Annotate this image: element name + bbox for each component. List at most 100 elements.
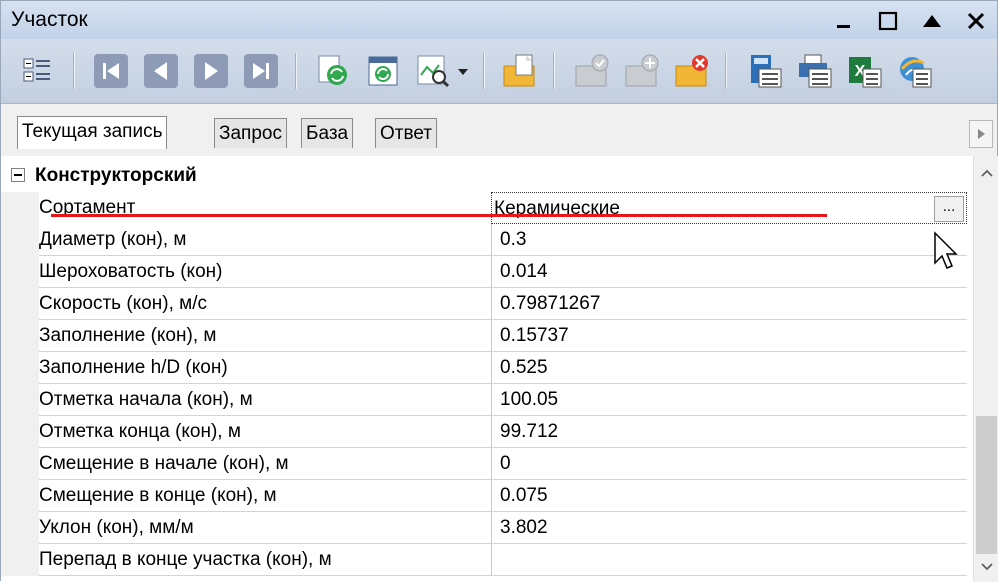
- toolbar-separator: [553, 53, 555, 89]
- minimize-icon: [837, 25, 850, 28]
- property-value[interactable]: 0.014: [491, 256, 967, 288]
- excel-export-button[interactable]: X: [845, 51, 885, 91]
- property-value[interactable]: 0.79871267: [491, 288, 967, 320]
- property-row[interactable]: Заполнение (кон), м 0.15737: [1, 320, 967, 352]
- title-bar[interactable]: Участок: [1, 1, 997, 39]
- web-icon: [900, 57, 932, 88]
- row-divider: [39, 575, 967, 576]
- calculator-icon: [751, 55, 782, 88]
- last-record-button[interactable]: [241, 51, 281, 91]
- property-value[interactable]: 0: [491, 448, 967, 480]
- property-value[interactable]: 99.712: [491, 416, 967, 448]
- vertical-scrollbar[interactable]: [973, 156, 998, 582]
- property-name: Заполнение (кон), м: [39, 325, 217, 346]
- accept-record-icon: [575, 54, 609, 87]
- property-list-icon: [23, 58, 50, 82]
- property-row[interactable]: Скорость (кон), м/с 0.79871267: [1, 288, 967, 320]
- maximize-button[interactable]: [873, 6, 903, 36]
- property-row[interactable]: Перепад в конце участка (кон), м: [1, 544, 967, 576]
- accept-record-button[interactable]: [573, 51, 613, 91]
- property-value[interactable]: 0.525: [491, 352, 967, 384]
- property-name: Шероховатость (кон): [39, 261, 223, 282]
- row-gutter: [1, 416, 39, 448]
- property-value[interactable]: 3.802: [491, 512, 967, 544]
- prev-record-button[interactable]: [141, 51, 181, 91]
- first-record-button[interactable]: [91, 51, 131, 91]
- tab-query[interactable]: Запрос: [214, 118, 287, 148]
- row-gutter: [1, 448, 39, 480]
- next-record-button[interactable]: [191, 51, 231, 91]
- add-record-button[interactable]: [623, 51, 663, 91]
- row-gutter: [1, 256, 39, 288]
- collapse-toggle[interactable]: [11, 168, 25, 182]
- excel-export-icon: X: [849, 57, 882, 88]
- property-value[interactable]: 100.05: [491, 384, 967, 416]
- web-button[interactable]: [895, 51, 935, 91]
- property-row[interactable]: Заполнение h/D (кон) 0.525: [1, 352, 967, 384]
- last-record-icon: [244, 54, 278, 88]
- row-gutter: [1, 352, 39, 384]
- delete-record-button[interactable]: [673, 51, 713, 91]
- property-value[interactable]: [491, 544, 967, 576]
- minus-icon: [14, 174, 22, 176]
- property-value[interactable]: Керамические ...: [491, 192, 967, 224]
- close-button[interactable]: [961, 6, 991, 36]
- row-gutter: [1, 192, 39, 224]
- property-name: Скорость (кон), м/с: [39, 293, 207, 314]
- category-row[interactable]: Конструкторский: [1, 162, 973, 190]
- property-name: Диаметр (кон), м: [39, 229, 187, 250]
- tab-scroll-right-button[interactable]: [969, 120, 993, 148]
- print-button[interactable]: [795, 51, 835, 91]
- property-row[interactable]: Смещение в конце (кон), м 0.075: [1, 480, 967, 512]
- ellipsis-button[interactable]: ...: [934, 196, 964, 222]
- sync-button[interactable]: [363, 51, 403, 91]
- row-gutter: [1, 512, 39, 544]
- scroll-up-button[interactable]: [976, 162, 997, 184]
- toolbar-separator: [483, 53, 485, 89]
- property-name: Уклон (кон), мм/м: [39, 517, 194, 538]
- property-row[interactable]: Диаметр (кон), м 0.3: [1, 224, 967, 256]
- collapse-button[interactable]: [917, 6, 947, 36]
- toolbar-separator: [73, 53, 75, 89]
- triangle-up-icon: [923, 15, 941, 27]
- maximize-icon: [878, 11, 898, 31]
- zoom-dropdown-button[interactable]: [453, 51, 473, 91]
- property-name: Смещение в конце (кон), м: [39, 485, 277, 506]
- sync-icon: [368, 56, 398, 86]
- category-label: Конструкторский: [35, 165, 197, 186]
- property-value[interactable]: 0.3: [491, 224, 967, 256]
- mouse-cursor-icon: [934, 231, 958, 269]
- toolbar-separator: [725, 53, 727, 89]
- tab-base[interactable]: База: [301, 118, 354, 148]
- zoom-search-button[interactable]: [413, 51, 453, 91]
- property-row[interactable]: Смещение в начале (кон), м 0: [1, 448, 967, 480]
- scroll-down-button[interactable]: [976, 556, 997, 578]
- refresh-data-button[interactable]: [313, 51, 353, 91]
- property-row[interactable]: Шероховатость (кон) 0.014: [1, 256, 967, 288]
- tab-current-record[interactable]: Текущая запись: [17, 116, 168, 149]
- property-value[interactable]: 0.15737: [491, 320, 967, 352]
- property-row[interactable]: Отметка начала (кон), м 100.05: [1, 384, 967, 416]
- minimize-button[interactable]: [829, 6, 859, 36]
- new-record-button[interactable]: [501, 51, 541, 91]
- property-name: Перепад в конце участка (кон), м: [39, 549, 332, 570]
- row-gutter: [1, 320, 39, 352]
- property-value[interactable]: 0.075: [491, 480, 967, 512]
- property-name: Сортамент: [39, 197, 136, 218]
- tab-answer[interactable]: Ответ: [375, 118, 437, 148]
- property-list-button[interactable]: [17, 51, 57, 91]
- scrollbar-thumb[interactable]: [976, 416, 997, 554]
- row-gutter: [1, 384, 39, 416]
- row-gutter: [1, 480, 39, 512]
- first-record-icon: [94, 54, 128, 88]
- close-icon: [967, 12, 985, 30]
- calculator-button[interactable]: [745, 51, 785, 91]
- dropdown-arrow-icon: [458, 69, 468, 75]
- property-row[interactable]: Уклон (кон), мм/м 3.802: [1, 512, 967, 544]
- print-icon: [799, 54, 832, 88]
- next-record-icon: [194, 54, 228, 88]
- refresh-data-icon: [318, 55, 347, 85]
- row-gutter: [1, 288, 39, 320]
- property-row-sortament[interactable]: Сортамент Керамические ...: [1, 192, 967, 224]
- property-row[interactable]: Отметка конца (кон), м 99.712: [1, 416, 967, 448]
